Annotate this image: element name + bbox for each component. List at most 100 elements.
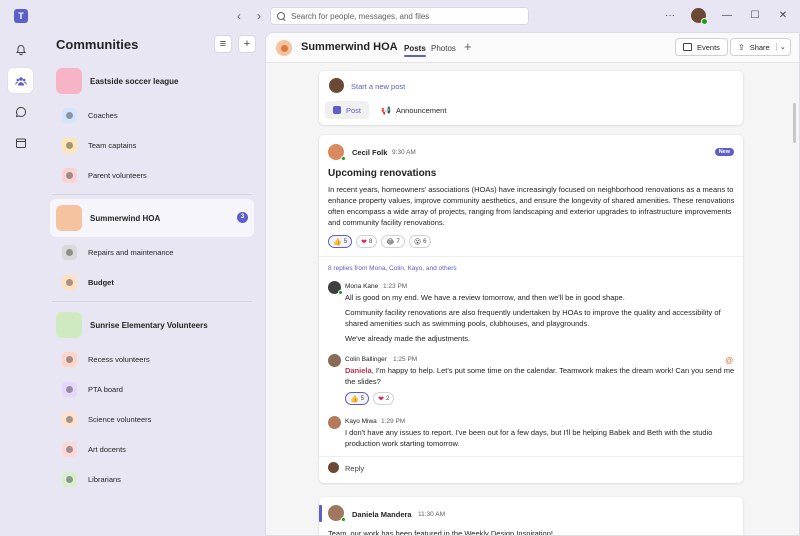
bell-icon — [15, 44, 26, 55]
new-community-button[interactable]: + — [238, 35, 256, 53]
user-avatar[interactable] — [691, 8, 708, 25]
channel-icon — [62, 441, 77, 457]
share-button[interactable]: ⇪ Share ⌄ — [730, 38, 791, 56]
start-new-post-link[interactable]: Start a new post — [351, 82, 405, 91]
announcement-type-button[interactable]: 📢 Announcement — [373, 101, 454, 119]
forward-arrow-icon[interactable]: › — [253, 9, 265, 23]
user-avatar — [329, 78, 344, 93]
post-body: In recent years, homeowners' association… — [328, 185, 735, 227]
divider — [52, 301, 252, 302]
community-summerwind-hoa[interactable]: Summerwind HOA 3 — [50, 199, 254, 237]
post-label: Post — [346, 105, 362, 115]
replies-summary-link[interactable]: 8 replies from Mona, Colin, Kayo, and ot… — [328, 265, 457, 272]
community-label: Sunrise Elementary Volunteers — [90, 320, 208, 330]
app-rail — [0, 32, 40, 536]
divider — [52, 194, 252, 195]
plus-icon: + — [243, 38, 251, 50]
channel-label: Coaches — [88, 110, 118, 120]
laugh-icon: 😂 — [386, 237, 395, 246]
events-button[interactable]: Events — [675, 38, 728, 56]
post-time: 9:30 AM — [392, 149, 416, 156]
reply-text: I don't have any issues to report. I've … — [345, 428, 713, 448]
post-icon — [333, 106, 341, 114]
post-card: Daniela Mandera 11:30 AM Team, our work … — [319, 497, 743, 536]
reaction-laugh[interactable]: 😂 7 — [381, 235, 405, 248]
scrollbar[interactable] — [793, 103, 796, 143]
tab-posts[interactable]: Posts — [404, 44, 426, 57]
presence-available-icon — [341, 517, 346, 522]
reply-author[interactable]: Mona Kane — [345, 283, 378, 290]
channel-icon — [62, 107, 77, 123]
channel-label: Team captains — [88, 140, 137, 150]
post-reactions: 👍 5 ❤ 8 😂 7 😮 6 — [328, 235, 432, 248]
reply-button[interactable]: Reply — [345, 464, 364, 473]
reply-avatar[interactable] — [328, 281, 343, 295]
reply-avatar[interactable] — [328, 416, 341, 429]
search-box[interactable] — [270, 7, 529, 25]
rail-calendar[interactable] — [8, 130, 33, 155]
filter-button[interactable]: ≡ — [214, 35, 232, 53]
channel-pta-board[interactable]: PTA board — [50, 374, 254, 404]
post-author[interactable]: Cecil Folk — [352, 148, 387, 157]
reaction-count: 7 — [396, 238, 400, 245]
channel-budget[interactable]: Budget — [50, 267, 254, 297]
community-list: Eastside soccer league Coaches Team capt… — [40, 62, 264, 494]
channel-team-captains[interactable]: Team captains — [50, 130, 254, 160]
channel-repairs-and-maintenance[interactable]: Repairs and maintenance — [50, 237, 254, 267]
calendar-icon — [15, 138, 26, 148]
back-arrow-icon[interactable]: ‹ — [233, 9, 245, 23]
channel-librarians[interactable]: Librarians — [50, 464, 254, 494]
chevron-down-icon[interactable]: ⌄ — [775, 43, 786, 51]
reply-author[interactable]: Colin Ballinger — [345, 356, 387, 363]
channel-icon — [62, 381, 77, 397]
history-nav: ‹ › — [233, 9, 265, 23]
more-options-icon[interactable]: ··· — [663, 9, 677, 23]
rail-chat[interactable] — [8, 99, 33, 124]
channel-label: PTA board — [88, 384, 123, 394]
reply-author[interactable]: Kayo Miwa — [345, 418, 377, 425]
reaction-like[interactable]: 👍 5 — [345, 392, 370, 405]
reaction-like[interactable]: 👍 5 — [328, 235, 353, 248]
tab-photos[interactable]: Photos — [431, 44, 456, 53]
channel-recess-volunteers[interactable]: Recess volunteers — [50, 344, 254, 374]
reaction-count: 6 — [423, 238, 427, 245]
maximize-icon[interactable]: ☐ — [748, 9, 762, 23]
channel-art-docents[interactable]: Art docents — [50, 434, 254, 464]
minimize-icon[interactable]: — — [720, 9, 734, 23]
close-icon[interactable]: ✕ — [776, 9, 790, 23]
channel-science-volunteers[interactable]: Science volunteers — [50, 404, 254, 434]
author-avatar[interactable] — [328, 505, 346, 522]
reaction-heart[interactable]: ❤ 8 — [356, 235, 378, 248]
post-author[interactable]: Daniela Mandera — [352, 510, 412, 519]
rail-activity[interactable] — [8, 37, 33, 62]
reaction-heart[interactable]: ❤ 2 — [373, 392, 395, 405]
mention[interactable]: Daniela — [345, 366, 372, 375]
posts-feed: Start a new post Post 📢 Announcement Cec… — [319, 71, 743, 536]
window-controls: ··· — ☐ ✕ — [663, 8, 790, 25]
channel-label: Science volunteers — [88, 414, 152, 424]
rail-communities[interactable] — [8, 68, 33, 93]
community-sunrise-elementary-volunteers[interactable]: Sunrise Elementary Volunteers — [50, 306, 254, 344]
channel-coaches[interactable]: Coaches — [50, 100, 254, 130]
channel-icon — [62, 167, 77, 183]
author-avatar[interactable] — [328, 144, 346, 161]
channel-label: Recess volunteers — [88, 354, 150, 364]
channel-icon — [62, 471, 77, 487]
community-eastside-soccer-league[interactable]: Eastside soccer league — [50, 62, 254, 100]
add-tab-icon[interactable]: + — [464, 39, 472, 54]
reaction-surprised[interactable]: 😮 6 — [408, 235, 432, 248]
channel-label: Repairs and maintenance — [88, 247, 174, 257]
user-avatar — [328, 462, 339, 473]
post-body: Team, our work has been featured in the … — [328, 529, 553, 536]
megaphone-icon: 📢 — [381, 105, 391, 115]
reply-avatar[interactable] — [328, 354, 341, 367]
channel-icon — [62, 244, 77, 260]
channel-label: Librarians — [88, 474, 121, 484]
announcement-bar — [319, 505, 322, 522]
reaction-count: 5 — [343, 238, 348, 245]
channel-label: Art docents — [88, 444, 126, 454]
search-input[interactable] — [291, 11, 511, 21]
post-type-button[interactable]: Post — [325, 101, 370, 119]
channel-parent-volunteers[interactable]: Parent volunteers — [50, 160, 254, 190]
channel-icon — [62, 274, 77, 290]
